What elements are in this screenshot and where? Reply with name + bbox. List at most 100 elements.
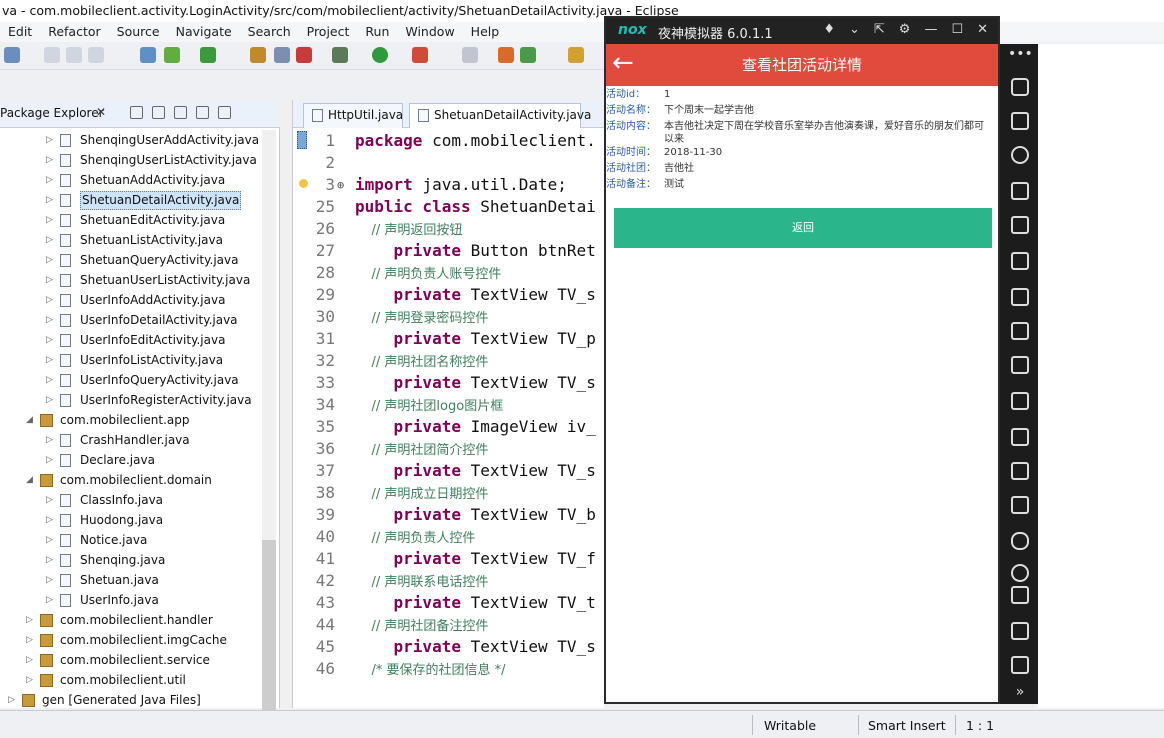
tree-item[interactable]: ◢ com.mobileclient.app — [0, 410, 262, 430]
home-icon[interactable] — [1011, 622, 1029, 640]
tree-item[interactable]: ▷ UserInfoDetailActivity.java — [0, 310, 262, 330]
code-line[interactable]: 3 ⊕ import java.util.Date; — [305, 174, 605, 196]
collapsed-arrow-icon[interactable]: ▷ — [26, 610, 33, 630]
save-icon[interactable] — [44, 47, 60, 63]
menu-item[interactable]: Edit — [0, 22, 40, 42]
settings-icon[interactable]: ⚙ — [899, 22, 911, 37]
tree-item[interactable]: ▷ ShenqingUserListActivity.java — [0, 150, 262, 170]
code-line[interactable]: 29 private TextView TV_s — [305, 284, 605, 306]
toolbox-icon[interactable] — [1011, 322, 1029, 340]
collapsed-arrow-icon[interactable]: ▷ — [46, 210, 53, 230]
collapsed-arrow-icon[interactable]: ▷ — [46, 270, 53, 290]
scissors-icon[interactable] — [1011, 428, 1029, 446]
keyboard-icon[interactable] — [1011, 182, 1029, 200]
more-icon[interactable]: ••• — [1008, 46, 1033, 62]
tree-item[interactable]: ▷ com.mobileclient.handler — [0, 610, 262, 630]
expanded-arrow-icon[interactable]: ◢ — [26, 410, 33, 430]
location-icon[interactable] — [1011, 146, 1029, 164]
code-line[interactable]: 32 // 声明社团名称控件 — [305, 350, 605, 372]
collapsed-arrow-icon[interactable]: ▷ — [46, 250, 53, 270]
collapsed-arrow-icon[interactable]: ▷ — [26, 670, 33, 690]
code-line[interactable]: 28 // 声明负责人账号控件 — [305, 262, 605, 284]
tree-item[interactable]: ▷ gen [Generated Java Files] — [0, 690, 262, 710]
code-line[interactable]: 25 public class ShetuanDetai — [305, 196, 605, 218]
menu-icon[interactable] — [1011, 496, 1029, 514]
expand-icon[interactable]: » — [1008, 684, 1032, 700]
tree-item[interactable]: ▷ UserInfoEditActivity.java — [0, 330, 262, 350]
checkbox-icon[interactable] — [200, 47, 216, 63]
code-line[interactable]: 36 // 声明社团简介控件 — [305, 438, 605, 460]
collapsed-arrow-icon[interactable]: ▷ — [8, 690, 15, 710]
collapsed-arrow-icon[interactable]: ▷ — [46, 530, 53, 550]
java-class-icon[interactable] — [296, 47, 312, 63]
tree-item[interactable]: ▷ ShetuanListActivity.java — [0, 230, 262, 250]
code-line[interactable]: 41 private TextView TV_f — [305, 548, 605, 570]
java-icon[interactable] — [274, 47, 290, 63]
collapsed-arrow-icon[interactable]: ▷ — [46, 370, 53, 390]
collapsed-arrow-icon[interactable]: ▷ — [46, 550, 53, 570]
code-line[interactable]: 37 private TextView TV_s — [305, 460, 605, 482]
code-line[interactable]: 46 /* 要保存的社团信息 */ — [305, 658, 605, 680]
editor-tab[interactable]: HttpUtil.java — [303, 103, 403, 128]
print-icon[interactable] — [88, 47, 104, 63]
tree-item[interactable]: ▷ UserInfo.java — [0, 590, 262, 610]
code-line[interactable]: 42 // 声明联系电话控件 — [305, 570, 605, 592]
tree-item[interactable]: ▷ com.mobileclient.service — [0, 650, 262, 670]
new-icon[interactable] — [4, 47, 20, 63]
tree-item[interactable]: ◢ com.mobileclient.domain — [0, 470, 262, 490]
package-explorer-tab[interactable]: Package Explorer ✕ — [0, 100, 280, 128]
menu-item[interactable]: Search — [240, 22, 299, 42]
tree-item[interactable]: ▷ ShetuanDetailActivity.java — [0, 190, 262, 210]
menu-item[interactable]: Refactor — [40, 22, 108, 42]
maximize-icon[interactable]: ☐ — [951, 22, 963, 37]
link-editor-icon[interactable] — [152, 106, 165, 119]
external-tools-icon[interactable] — [412, 47, 428, 63]
menu-item[interactable]: Window — [397, 22, 462, 42]
tree-item[interactable]: ▷ UserInfoQueryActivity.java — [0, 370, 262, 390]
collapsed-arrow-icon[interactable]: ▷ — [46, 290, 53, 310]
run-icon[interactable] — [372, 47, 388, 63]
ant-icon[interactable] — [498, 47, 514, 63]
menu-item[interactable]: Project — [299, 22, 358, 42]
code-line[interactable]: 45 private TextView TV_s — [305, 636, 605, 658]
tree-item[interactable]: ▷ Shetuan.java — [0, 570, 262, 590]
collapsed-arrow-icon[interactable]: ▷ — [46, 590, 53, 610]
open-type-icon[interactable] — [250, 47, 266, 63]
tree-item[interactable]: ▷ UserInfoListActivity.java — [0, 350, 262, 370]
minimize-icon[interactable]: — — [924, 22, 937, 37]
debug-icon[interactable] — [332, 47, 348, 63]
code-line[interactable]: 39 private TextView TV_b — [305, 504, 605, 526]
collapsed-arrow-icon[interactable]: ▷ — [46, 190, 53, 210]
volume-up-icon[interactable] — [1011, 252, 1029, 270]
tree-item[interactable]: ▷ ShenqingUserAddActivity.java — [0, 130, 262, 150]
wand-icon[interactable] — [462, 47, 478, 63]
editor-tab[interactable]: ShetuanDetailActivity.java — [409, 103, 591, 128]
code-line[interactable]: 33 private TextView TV_s — [305, 372, 605, 394]
screenshot-icon[interactable] — [1011, 392, 1029, 410]
refresh-icon[interactable] — [520, 47, 536, 63]
collapsed-arrow-icon[interactable]: ▷ — [46, 350, 53, 370]
tree-item[interactable]: ▷ Declare.java — [0, 450, 262, 470]
multi-window-icon[interactable] — [1011, 462, 1029, 480]
tree-item[interactable]: ▷ Shenqing.java — [0, 550, 262, 570]
code-line[interactable]: 30 // 声明登录密码控件 — [305, 306, 605, 328]
collapsed-arrow-icon[interactable]: ▷ — [46, 490, 53, 510]
recent-apps-icon[interactable] — [1011, 656, 1029, 674]
menu-item[interactable]: Help — [463, 22, 508, 42]
install-apk-icon[interactable] — [1011, 356, 1029, 374]
code-line[interactable]: 34 // 声明社团logo图片框 — [305, 394, 605, 416]
phone-icon[interactable] — [1011, 78, 1029, 96]
link-icon[interactable] — [1011, 532, 1029, 550]
code-editor[interactable]: HttpUtil.java ShetuanDetailActivity.java … — [292, 100, 605, 708]
back-icon[interactable] — [1011, 586, 1029, 604]
tree-item[interactable]: ▷ ShetuanAddActivity.java — [0, 170, 262, 190]
expanded-arrow-icon[interactable]: ◢ — [26, 470, 33, 490]
tree-item[interactable]: ▷ UserInfoRegisterActivity.java — [0, 390, 262, 410]
collapsed-arrow-icon[interactable]: ▷ — [46, 570, 53, 590]
tree-item[interactable]: ▷ Notice.java — [0, 530, 262, 550]
code-line[interactable]: 44 // 声明社团备注控件 — [305, 614, 605, 636]
collapsed-arrow-icon[interactable]: ▷ — [46, 150, 53, 170]
export-icon[interactable] — [164, 47, 180, 63]
import-icon[interactable] — [140, 47, 156, 63]
collapsed-arrow-icon[interactable]: ▷ — [46, 130, 53, 150]
